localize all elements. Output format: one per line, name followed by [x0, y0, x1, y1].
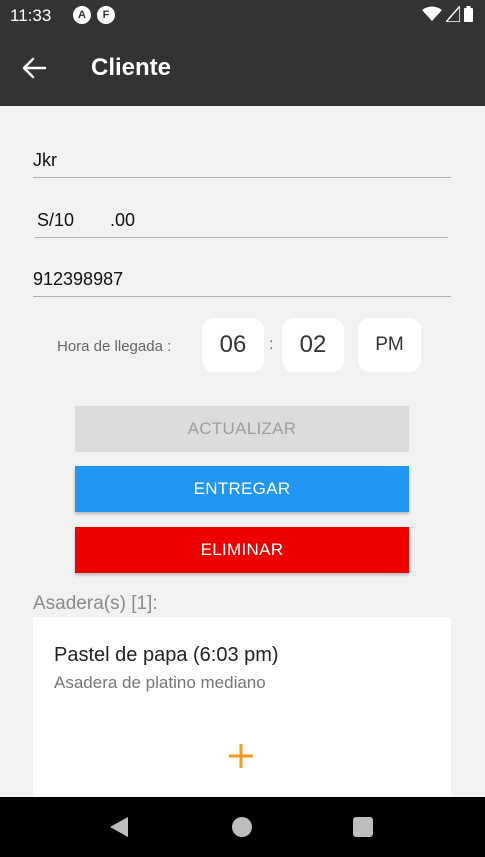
name-field[interactable]: Jkr: [33, 142, 451, 178]
status-right: [422, 6, 473, 22]
trays-section-title: Asadera(s) [1]:: [33, 593, 158, 614]
price-decimal: .00: [110, 210, 136, 230]
tray-item-title[interactable]: Pastel de papa (6:03 pm): [54, 644, 279, 667]
app-bar: Cliente: [0, 30, 485, 106]
minute-picker[interactable]: 02: [282, 318, 344, 372]
price-field[interactable]: S/10 .00: [35, 202, 448, 238]
delete-button[interactable]: ELIMINAR: [75, 527, 409, 573]
status-bar: 11:33 A F: [0, 0, 485, 30]
phone-field[interactable]: 912398987: [33, 261, 451, 297]
tray-card: Pastel de papa (6:03 pm) Asadera de plat…: [33, 617, 451, 802]
app-notification-icon: A: [73, 6, 91, 24]
tray-item-subtitle: Asadera de platino mediano: [54, 673, 266, 692]
battery-icon: [464, 6, 473, 22]
page-title: Cliente: [91, 54, 172, 81]
nav-recents-icon[interactable]: [353, 817, 373, 837]
hour-picker[interactable]: 06: [202, 318, 264, 372]
update-button[interactable]: ACTUALIZAR: [75, 406, 409, 452]
status-time: 11:33: [10, 6, 52, 25]
nav-home-icon[interactable]: [232, 817, 252, 837]
add-icon[interactable]: [228, 743, 254, 769]
back-arrow-icon[interactable]: [20, 54, 48, 82]
app-notification-icon: F: [97, 6, 115, 24]
signal-icon: [446, 6, 460, 22]
system-nav-bar: [0, 797, 485, 857]
ampm-picker[interactable]: PM: [358, 318, 421, 372]
deliver-button[interactable]: ENTREGAR: [75, 466, 409, 512]
arrival-time-label: Hora de llegada :: [57, 338, 172, 355]
nav-back-icon[interactable]: [108, 815, 130, 839]
price-prefix: S/10: [37, 210, 75, 230]
name-value: Jkr: [33, 150, 57, 170]
time-separator: :: [269, 336, 274, 353]
wifi-icon: [422, 6, 442, 21]
phone-value: 912398987: [33, 269, 124, 289]
